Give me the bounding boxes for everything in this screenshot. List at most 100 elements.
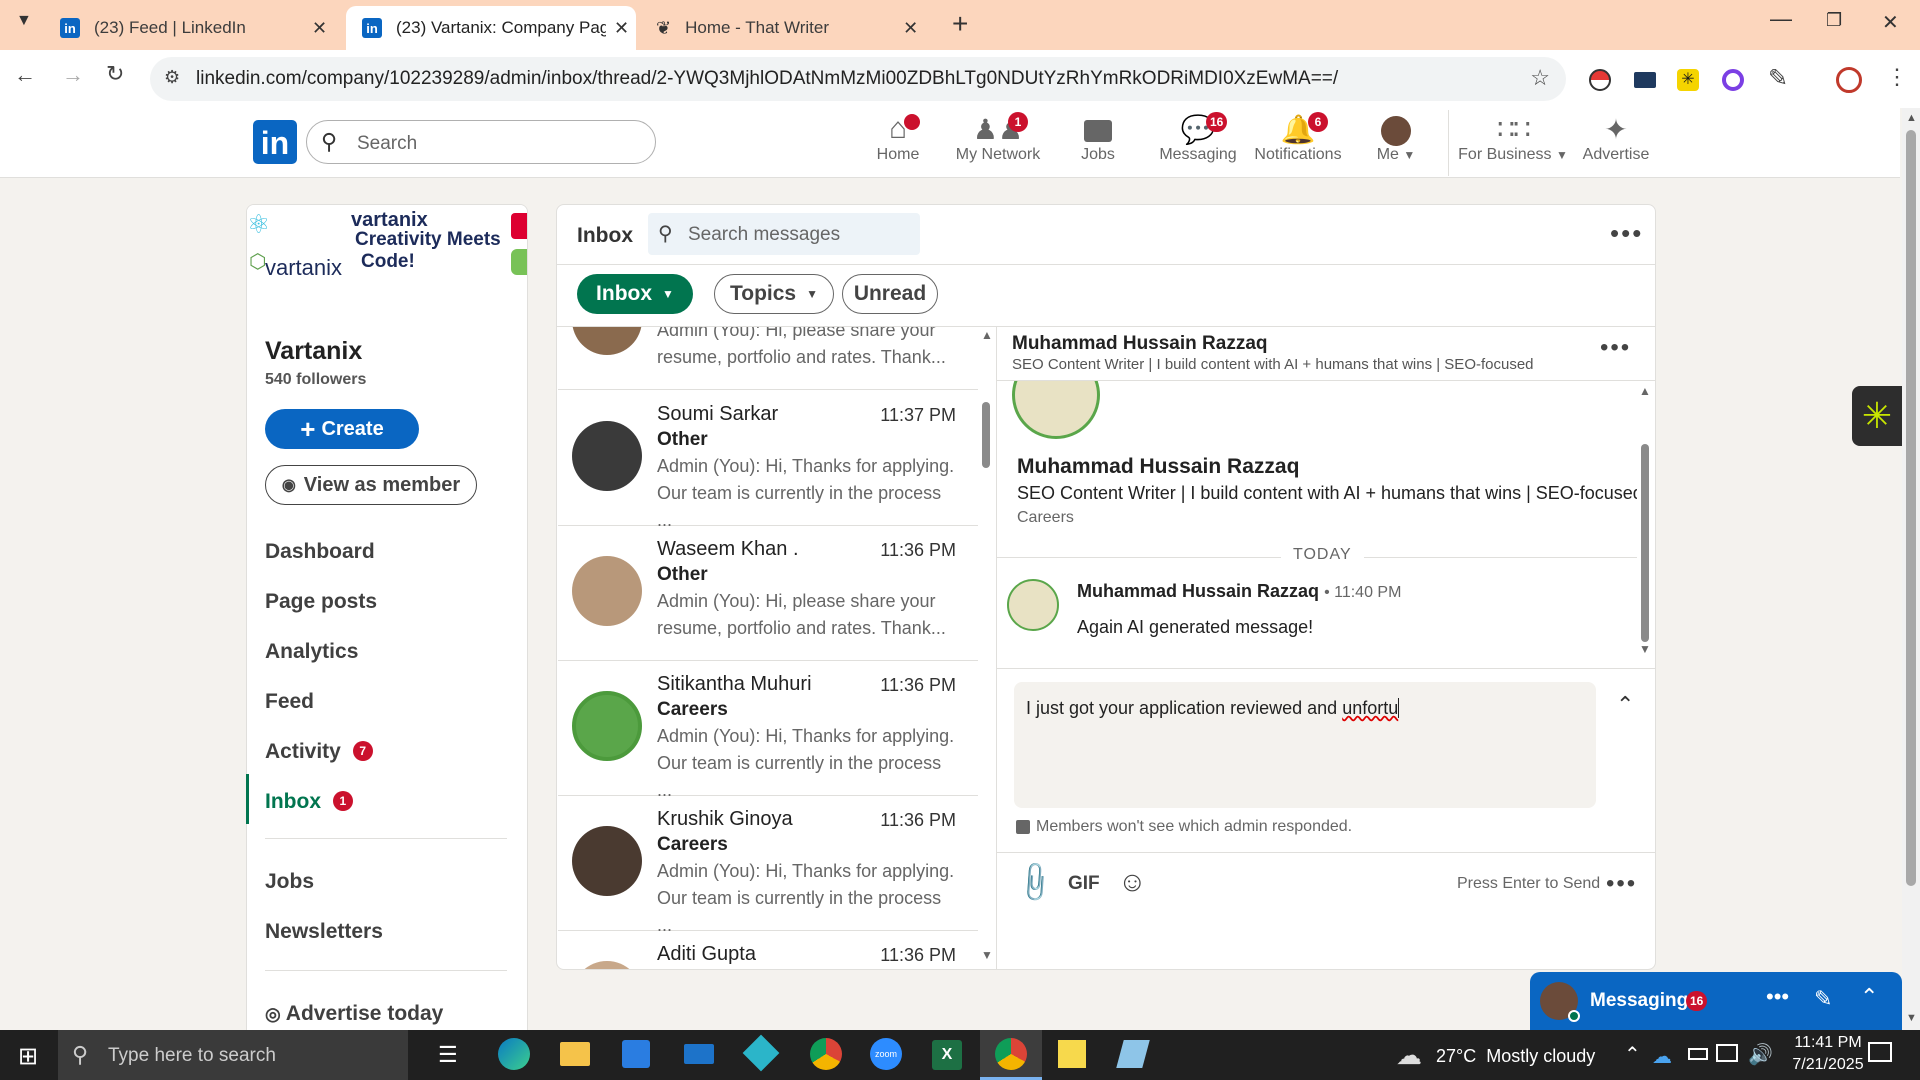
nav-for-business[interactable]: ∷∷ For Business ▼: [1458, 112, 1568, 164]
extension-pokeball-icon[interactable]: [1589, 69, 1611, 91]
zoom-icon[interactable]: zoom: [870, 1038, 902, 1070]
windows-start-icon[interactable]: ⊞: [18, 1042, 38, 1071]
mail-icon[interactable]: [684, 1044, 714, 1064]
close-icon[interactable]: ✕: [312, 18, 327, 39]
restore-icon[interactable]: ❐: [1826, 10, 1842, 31]
app-crystal-icon[interactable]: [1116, 1040, 1150, 1068]
thread-scrollbar[interactable]: ▲ ▼: [1638, 384, 1652, 656]
chrome-menu-icon[interactable]: ⋮: [1886, 64, 1908, 90]
message-search-input[interactable]: ⚲ Search messages: [648, 213, 920, 255]
message-avatar[interactable]: [1007, 579, 1059, 631]
message-sender[interactable]: Muhammad Hussain Razzaq • 11:40 PM: [1077, 581, 1401, 602]
nav-messaging[interactable]: 💬 16 Messaging: [1148, 112, 1248, 164]
volume-icon[interactable]: 🔊: [1748, 1042, 1773, 1067]
close-icon[interactable]: ✕: [903, 18, 918, 39]
sidebar-item-analytics[interactable]: Analytics: [265, 640, 358, 664]
window-close-icon[interactable]: ✕: [1882, 10, 1899, 35]
scrollbar-thumb[interactable]: [982, 402, 990, 468]
compose-textarea[interactable]: I just got your application reviewed and…: [1014, 682, 1596, 808]
new-tab-icon[interactable]: +: [952, 8, 968, 40]
compose-icon[interactable]: ✎: [1814, 986, 1832, 1012]
scroll-down-icon[interactable]: ▼: [1906, 1012, 1917, 1024]
back-icon[interactable]: ←: [14, 62, 36, 88]
notification-center-icon[interactable]: [1868, 1042, 1892, 1062]
company-name[interactable]: Vartanix: [265, 337, 362, 366]
scroll-up-icon[interactable]: ▲: [1639, 384, 1651, 398]
sidebar-item-activity[interactable]: Activity 7: [265, 740, 373, 764]
extensions-puzzle-icon[interactable]: ✎: [1768, 64, 1788, 93]
tab-vartanix-admin[interactable]: in (23) Vartanix: Company Page Ad ✕: [346, 6, 636, 50]
create-button[interactable]: + Create: [265, 409, 419, 449]
conversation-scrollbar[interactable]: ▲ ▼: [980, 328, 994, 968]
more-options-icon[interactable]: •••: [1610, 218, 1643, 249]
sidebar-item-dashboard[interactable]: Dashboard: [265, 540, 375, 564]
nav-my-network[interactable]: ♟♟ 1 My Network: [948, 112, 1048, 164]
edge-icon[interactable]: [498, 1038, 530, 1070]
filter-unread-button[interactable]: Unread: [842, 274, 938, 314]
extension-card-icon[interactable]: [1634, 72, 1656, 88]
tab-search-icon[interactable]: ▼: [16, 12, 32, 30]
clock-date[interactable]: 7/21/2025: [1786, 1056, 1870, 1074]
excel-icon[interactable]: X: [932, 1040, 962, 1070]
sticky-notes-icon[interactable]: [1058, 1040, 1086, 1068]
store-icon[interactable]: [622, 1040, 650, 1068]
floating-widget[interactable]: ✳: [1852, 386, 1902, 446]
conversation-item[interactable]: Krushik Ginoya 11:36 PM Careers Admin (Y…: [558, 796, 978, 935]
extension-star-icon[interactable]: ✳: [1677, 69, 1699, 91]
reload-icon[interactable]: ↻: [106, 61, 124, 87]
forward-icon[interactable]: →: [62, 62, 84, 88]
gif-button[interactable]: GIF: [1068, 873, 1100, 895]
bookmark-star-icon[interactable]: ☆: [1530, 65, 1550, 91]
task-view-icon[interactable]: ☰: [438, 1042, 458, 1068]
sidebar-item-inbox[interactable]: Inbox 1: [265, 790, 353, 814]
emoji-icon[interactable]: ☺: [1118, 866, 1147, 898]
profile-name[interactable]: Muhammad Hussain Razzaq: [1017, 455, 1299, 479]
thread-options-icon[interactable]: •••: [1600, 334, 1631, 362]
address-bar[interactable]: ⚙ linkedin.com/company/102239289/admin/i…: [150, 57, 1566, 101]
extension-circle-icon[interactable]: [1722, 69, 1744, 91]
view-as-member-button[interactable]: ◉ View as member: [265, 465, 477, 505]
app-diamond-icon[interactable]: [742, 1034, 780, 1072]
page-scrollbar[interactable]: ▲ ▼: [1902, 108, 1920, 1030]
taskbar-search-input[interactable]: ⚲ Type here to search: [58, 1030, 408, 1080]
clock-time[interactable]: 11:41 PM: [1786, 1034, 1870, 1052]
minimize-icon[interactable]: —: [1770, 6, 1792, 32]
chevron-up-icon[interactable]: ⌃: [1860, 984, 1878, 1010]
profile-icon[interactable]: [1836, 67, 1862, 93]
site-info-icon[interactable]: ⚙: [164, 67, 180, 88]
sidebar-item-page-posts[interactable]: Page posts: [265, 590, 377, 614]
conversation-item[interactable]: Waseem Khan . 11:36 PM Other Admin (You)…: [558, 526, 978, 661]
more-options-icon[interactable]: •••: [1766, 984, 1789, 1010]
tab-linkedin-feed[interactable]: in (23) Feed | LinkedIn ✕: [44, 6, 340, 50]
advertise-today-link[interactable]: ◎ Advertise today: [265, 1002, 443, 1026]
tab-that-writer[interactable]: ❦ Home - That Writer ✕: [640, 6, 936, 50]
battery-icon[interactable]: [1688, 1048, 1708, 1060]
onedrive-icon[interactable]: ☁: [1652, 1044, 1672, 1069]
conversation-item[interactable]: Aditi Gupta 11:36 PM: [558, 931, 978, 969]
sidebar-item-feed[interactable]: Feed: [265, 690, 314, 714]
scroll-up-icon[interactable]: ▲: [1906, 112, 1917, 124]
file-explorer-icon[interactable]: [560, 1042, 590, 1066]
scrollbar-thumb[interactable]: [1641, 444, 1649, 642]
scrollbar-thumb[interactable]: [1906, 130, 1916, 886]
messaging-overlay-bar[interactable]: Messaging 16 ••• ✎ ⌃: [1530, 972, 1902, 1030]
filter-topics-button[interactable]: Topics ▼: [714, 274, 834, 314]
scroll-up-icon[interactable]: ▲: [981, 328, 993, 342]
nav-notifications[interactable]: 🔔 6 Notifications: [1248, 112, 1348, 164]
filter-inbox-button[interactable]: Inbox ▼: [577, 274, 693, 314]
global-search-input[interactable]: ⚲ Search: [306, 120, 656, 164]
nav-advertise[interactable]: ✦ Advertise: [1566, 112, 1666, 164]
weather-text[interactable]: 27°C Mostly cloudy: [1436, 1046, 1595, 1067]
linkedin-logo[interactable]: in: [253, 120, 297, 164]
conversation-item[interactable]: Soumi Sarkar 11:37 PM Other Admin (You):…: [558, 391, 978, 530]
conversation-item[interactable]: Admin (You): Hi, please share your resum…: [558, 327, 978, 390]
scroll-down-icon[interactable]: ▼: [1639, 642, 1651, 656]
scroll-down-icon[interactable]: ▼: [981, 948, 993, 962]
network-icon[interactable]: [1716, 1044, 1738, 1062]
collapse-compose-icon[interactable]: ⌃: [1616, 692, 1634, 718]
chrome-active-taskbar-item[interactable]: [980, 1030, 1042, 1080]
sidebar-item-jobs[interactable]: Jobs: [265, 870, 314, 894]
chevron-up-icon[interactable]: ⌃: [1624, 1042, 1641, 1067]
sidebar-item-newsletters[interactable]: Newsletters: [265, 920, 383, 944]
chrome-icon[interactable]: [810, 1038, 842, 1070]
